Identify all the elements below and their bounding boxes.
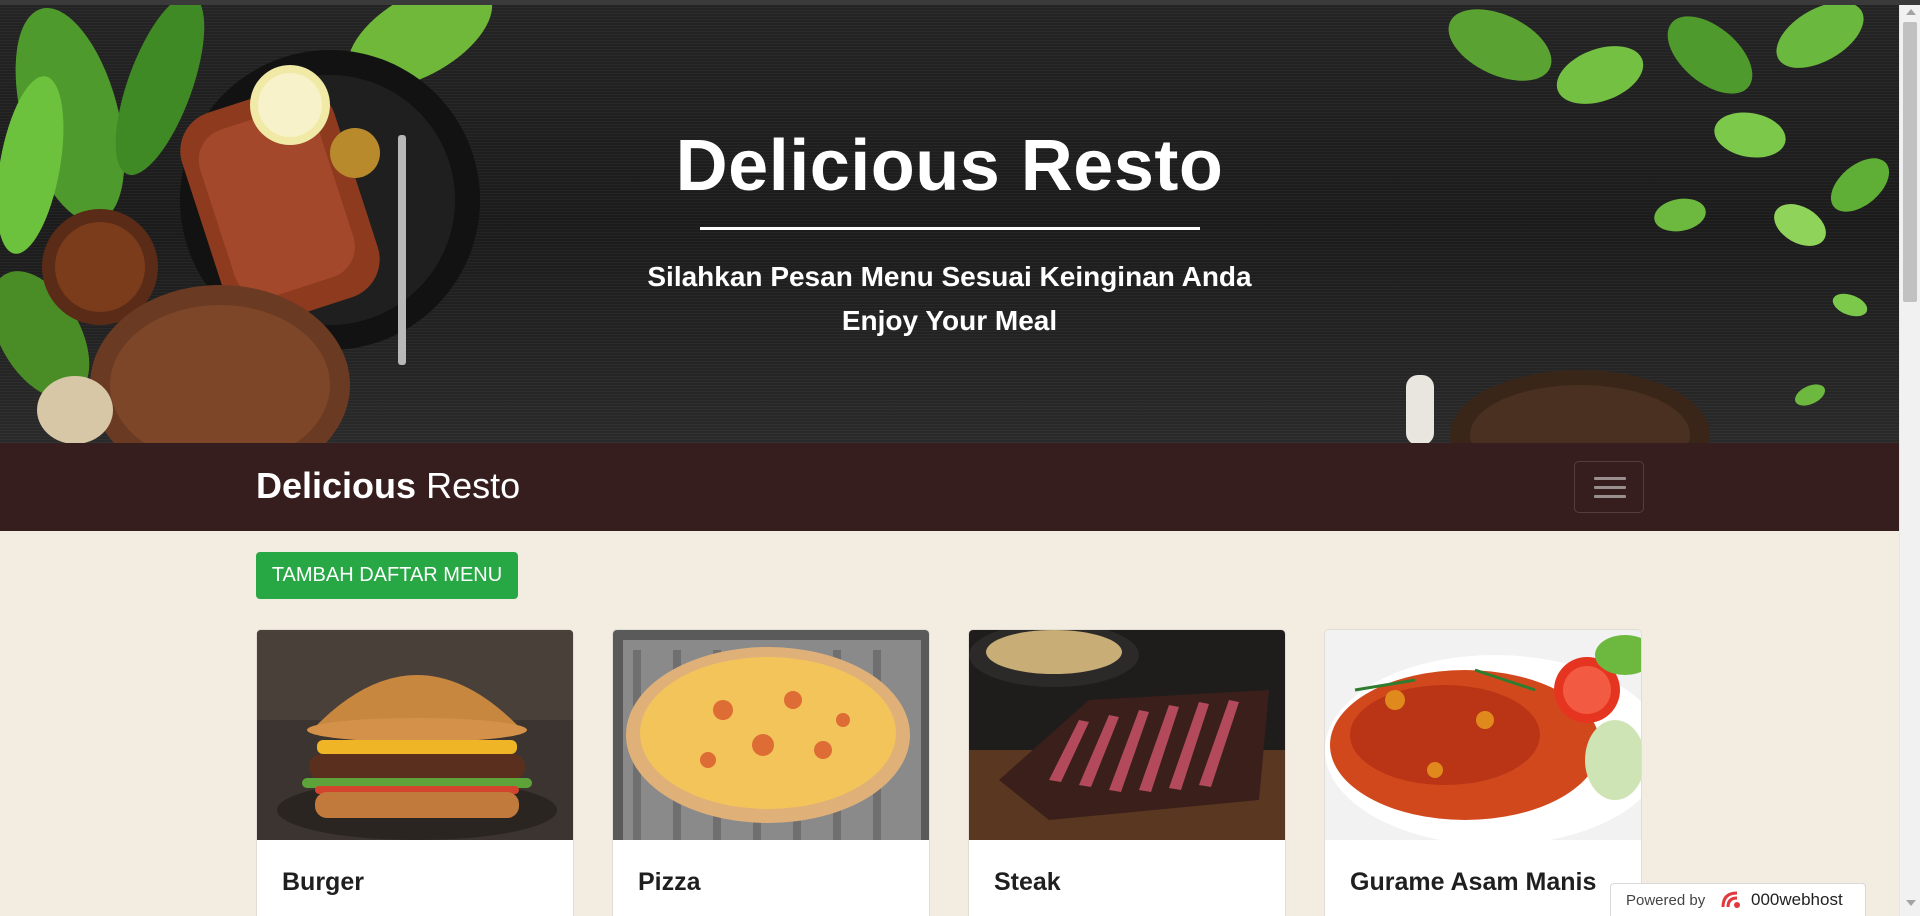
hero-leaves-decoration-right — [1406, 5, 1890, 443]
powered-by-badge[interactable]: Powered by 000webhost — [1610, 883, 1866, 916]
hero-banner: Delicious Resto Silahkan Pesan Menu Sesu… — [0, 5, 1899, 443]
powered-by-brand: 000webhost — [1751, 890, 1843, 909]
pizza-photo — [613, 630, 929, 840]
brand-light: Resto — [416, 465, 521, 506]
burger-photo — [257, 630, 573, 840]
scroll-up-arrow-icon[interactable] — [1906, 9, 1916, 15]
hero-subtitle: Silahkan Pesan Menu Sesuai Keinginan And… — [0, 255, 1899, 343]
menu-card[interactable]: Gurame Asam Manis — [1324, 629, 1642, 916]
navbar-toggler-button[interactable] — [1574, 461, 1644, 513]
add-menu-button[interactable]: TAMBAH DAFTAR MENU — [256, 552, 518, 599]
navbar: Delicious Resto — [0, 443, 1899, 531]
hero-divider — [700, 227, 1200, 230]
hero-subtitle-line2: Enjoy Your Meal — [841, 305, 1058, 336]
menu-item-name: Burger — [282, 868, 364, 896]
menu-card[interactable]: Pizza — [612, 629, 930, 916]
hero-food-decoration-left — [0, 5, 493, 443]
hero-title: Delicious Resto — [675, 126, 1224, 206]
menu-item-name: Steak — [994, 868, 1061, 896]
navbar-brand[interactable]: Delicious Resto — [256, 465, 520, 507]
powered-by-label: Powered by — [1626, 892, 1706, 909]
menu-card[interactable]: Steak — [968, 629, 1286, 916]
menu-item-name: Gurame Asam Manis — [1350, 868, 1597, 896]
page-scrollbar[interactable] — [1899, 5, 1920, 916]
webhost-logo-icon — [1721, 891, 1740, 908]
steak-photo — [969, 630, 1285, 840]
scroll-down-arrow-icon[interactable] — [1906, 900, 1916, 906]
gurame-photo — [1325, 630, 1641, 840]
menu-card[interactable]: Burger — [256, 629, 574, 916]
brand-bold: Delicious — [256, 465, 417, 506]
scrollbar-thumb[interactable] — [1903, 22, 1917, 302]
hero-subtitle-line1: Silahkan Pesan Menu Sesuai Keinginan And… — [647, 261, 1252, 292]
menu-item-name: Pizza — [638, 868, 701, 896]
